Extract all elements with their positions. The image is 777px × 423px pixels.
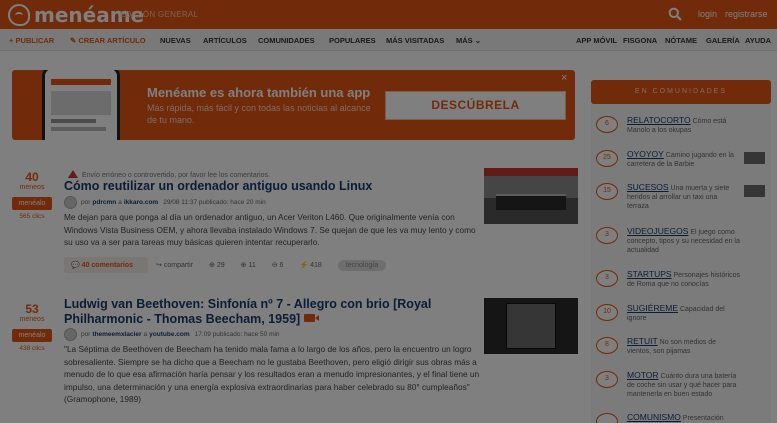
avatar[interactable] — [64, 328, 77, 341]
story-title[interactable]: Ludwig van Beethoven: Sinfonía nº 7 - Al… — [64, 297, 476, 327]
phone-illustration — [42, 70, 120, 140]
stat-negative: ⊖ 6 — [271, 262, 284, 269]
sidebar-item-count — [596, 413, 618, 423]
app-promo-banner: Menéame es ahora también una app Más ráp… — [12, 70, 575, 140]
vote-count: 40 — [25, 170, 39, 184]
sidebar-item-community[interactable]: RETUIT — [627, 336, 658, 346]
publish-time: 29/08 11:37 publicado: hace 20 min — [163, 199, 266, 206]
domain-link[interactable]: youtube.com — [149, 331, 189, 338]
publish-time: 17:09 publicado: hace 50 min — [194, 331, 280, 338]
sidebar-item-count: 3 — [596, 227, 618, 244]
author-link[interactable]: pdrcmn — [92, 199, 116, 206]
author-link[interactable]: themeemxlacier — [92, 331, 141, 338]
sidebar-item-community[interactable]: MOTOR — [627, 370, 658, 380]
sidebar-item-community[interactable]: RELATOCORTO — [627, 115, 691, 125]
nav-ayuda[interactable]: AYUDA — [745, 36, 771, 45]
story-warning: Envío erróneo o controvertido, por favor… — [68, 170, 270, 179]
sidebar-item-community[interactable]: VIDEOJUEGOS — [627, 226, 688, 236]
sidebar-item-count: 8 — [596, 337, 618, 354]
story-actions: 💬 40 comentarios ↪ compartir ⊕ 29 ⊕ 11 ⊖… — [64, 257, 394, 273]
sidebar-item-community[interactable]: COMUNISMO — [627, 412, 681, 422]
nav-notame[interactable]: NÓTAME — [665, 36, 697, 45]
menealo-button[interactable]: menéalo — [12, 329, 52, 342]
story-description: "La Séptima de Beethoven de Beecham ha t… — [64, 344, 480, 405]
share-button[interactable]: ↪ compartir — [156, 261, 201, 269]
top-header: menéame EDICIÓN GENERAL login registrars… — [0, 0, 777, 29]
logo-icon — [8, 4, 30, 26]
sidebar-item-thumbnail[interactable] — [744, 185, 765, 197]
nav-articulos[interactable]: ARTÍCULOS — [203, 36, 247, 45]
sidebar-item-count: 3 — [596, 371, 618, 388]
nav-galeria[interactable]: GALERÍA — [706, 36, 740, 45]
sidebar-item-count: 10 — [596, 304, 618, 321]
discover-app-button[interactable]: DESCÚBRELA — [385, 91, 566, 120]
edition-label[interactable]: EDICIÓN GENERAL — [120, 10, 198, 19]
nav-app-movil[interactable]: APP MÓVIL — [576, 36, 617, 45]
sidebar-item-count: 15 — [596, 183, 618, 200]
domain-link[interactable]: ikkaro.com — [124, 199, 158, 206]
avatar[interactable] — [64, 196, 77, 209]
sidebar-item-count: 25 — [596, 150, 618, 167]
sidebar-heading: EN COMUNIDADES — [591, 80, 771, 104]
warning-text: Envío erróneo o controvertido, por favor… — [82, 172, 270, 179]
click-count: 438 clics — [19, 345, 45, 352]
sidebar-item-count: 6 — [596, 116, 618, 133]
nav-nuevas[interactable]: NUEVAS — [160, 36, 191, 45]
story-meta: por themeemxlacier a youtube.com 17:09 publ… — [64, 328, 280, 341]
stat-anonymous: ⊕ 11 — [240, 262, 256, 269]
story-title[interactable]: Cómo reutilizar un ordenador antiguo usa… — [64, 179, 484, 194]
story-description: Me dejan para que ponga al día un ordena… — [64, 212, 476, 248]
category-tag[interactable]: tecnología — [337, 259, 387, 271]
sidebar-item-count: 3 — [596, 270, 618, 287]
click-count: 565 clics — [19, 213, 45, 220]
nav-comunidades[interactable]: COMUNIDADES — [258, 36, 315, 45]
vote-unit: meneos — [19, 316, 45, 323]
vote-box: 53 meneos menéalo 438 clics — [12, 302, 52, 352]
sidebar-item-thumbnail[interactable] — [744, 152, 765, 164]
story-title-text: Ludwig van Beethoven: Sinfonía nº 7 - Al… — [64, 297, 432, 326]
nav-fisgona[interactable]: FISGONA — [623, 36, 657, 45]
story-thumbnail[interactable] — [484, 298, 578, 354]
banner-title: Menéame es ahora también una app — [147, 85, 371, 100]
stat-karma: ⚡ 418 — [299, 262, 322, 269]
nav-populares[interactable]: POPULARES — [329, 36, 376, 45]
comments-button[interactable]: 💬 40 comentarios — [64, 257, 149, 273]
login-link[interactable]: login — [698, 9, 717, 19]
sidebar-item-community[interactable]: SUCESOS — [627, 182, 669, 192]
warning-icon — [68, 170, 78, 178]
sidebar-item-community[interactable]: SUGIÉREME — [627, 303, 678, 313]
sidebar-item-community[interactable]: OYOYOY — [627, 149, 664, 159]
video-icon — [304, 314, 320, 322]
register-link[interactable]: registrarse — [725, 9, 768, 19]
vote-count: 53 — [25, 302, 39, 316]
nav-mas-visitadas[interactable]: MÁS VISITADAS — [386, 36, 444, 45]
sub-navigation: + PUBLICAR ✎ CREAR ARTÍCULO NUEVAS ARTÍC… — [0, 29, 777, 51]
banner-subtitle: Más rápida, más fácil y con todas las no… — [147, 103, 371, 125]
nav-more-dropdown[interactable]: MÁS ⌄ — [456, 36, 481, 45]
vote-unit: meneos — [19, 184, 45, 191]
search-icon[interactable] — [668, 7, 682, 21]
close-icon[interactable]: × — [561, 73, 571, 84]
story-meta: por pdrcmn a ikkaro.com 29/08 11:37 publica… — [64, 196, 266, 209]
publish-button[interactable]: + PUBLICAR — [9, 36, 54, 45]
story-thumbnail[interactable] — [484, 168, 578, 224]
stat-positive: ⊕ 29 — [209, 262, 225, 269]
vote-box: 40 meneos menéalo 565 clics — [12, 170, 52, 220]
sidebar-item-community[interactable]: STARTUPS — [627, 269, 672, 279]
sidebar-item-title[interactable]: Presentación — [683, 415, 724, 422]
create-article-button[interactable]: ✎ CREAR ARTÍCULO — [70, 36, 146, 45]
menealo-button[interactable]: menéalo — [12, 197, 52, 210]
